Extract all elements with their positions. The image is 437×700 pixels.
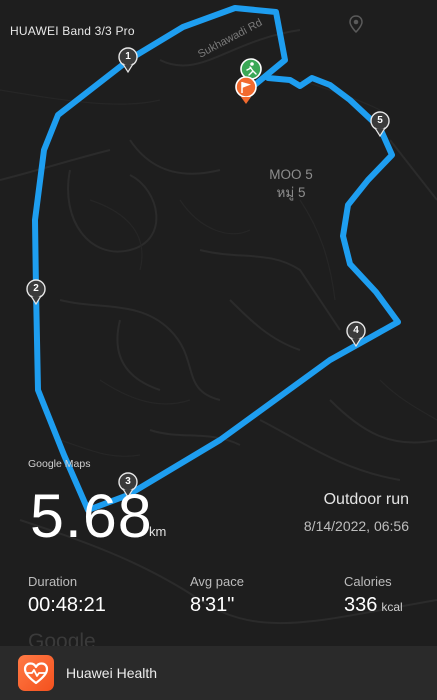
area-label-en: MOO 5: [269, 167, 313, 182]
calories-unit: kcal: [381, 600, 403, 614]
map-attribution: Google Maps: [28, 458, 91, 470]
heart-icon: [23, 662, 49, 685]
duration-value: 00:48:21: [28, 594, 106, 617]
distance-unit: km: [149, 524, 167, 539]
avg-pace-label: Avg pace: [190, 574, 244, 589]
workout-detail-screen: 1 2 3 4 5 HUAWEI Band 3/3 Pro Sukhawadi …: [0, 0, 437, 700]
app-name: Huawei Health: [66, 665, 158, 681]
avg-pace-value: 8'31": [190, 594, 234, 617]
km-marker-label-4: 4: [353, 325, 359, 336]
duration-value-text: 00:48:21: [28, 594, 106, 616]
avg-pace-value-text: 8'31": [190, 594, 235, 616]
start-marker-icon: [240, 58, 262, 80]
huawei-health-app-icon[interactable]: [18, 655, 54, 691]
distance-value: 5.68: [30, 482, 153, 550]
km-marker-label-5: 5: [377, 115, 383, 126]
duration-label: Duration: [28, 574, 78, 589]
calories-label: Calories: [344, 574, 392, 589]
location-pin-icon: [349, 15, 363, 34]
km-marker-label-2: 2: [33, 283, 39, 294]
app-attribution-bar[interactable]: Huawei Health: [0, 646, 437, 700]
calories-value-text: 336: [344, 594, 378, 616]
area-label-th: หมู่ 5: [276, 185, 306, 200]
calories-value: 336 kcal: [344, 594, 403, 617]
workout-type: Outdoor run: [323, 491, 409, 508]
area-label: MOO 5 หมู่ 5: [256, 166, 326, 202]
device-label: HUAWEI Band 3/3 Pro: [10, 24, 135, 38]
workout-datetime: 8/14/2022, 06:56: [303, 518, 409, 534]
km-marker-label-1: 1: [125, 51, 131, 62]
